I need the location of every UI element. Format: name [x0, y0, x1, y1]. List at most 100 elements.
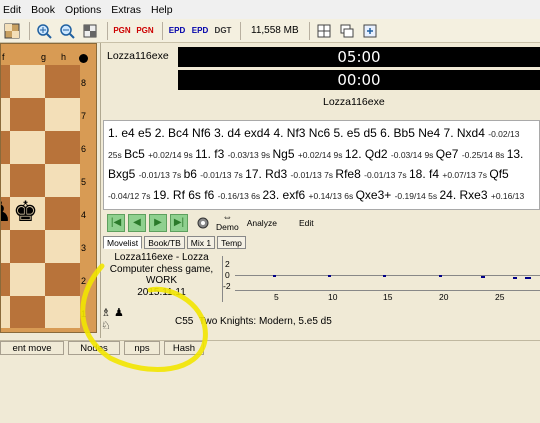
- file-label-h: h: [61, 52, 67, 62]
- board-square[interactable]: [1, 296, 10, 328]
- black-king-piece[interactable]: ♚: [13, 195, 38, 228]
- board-square[interactable]: [10, 296, 45, 328]
- graph-y-tick: -2: [223, 281, 231, 291]
- board-square[interactable]: [1, 98, 10, 131]
- board-square[interactable]: [1, 65, 10, 98]
- move-eval: -0.01/13 7s: [138, 170, 184, 180]
- dgt-icon[interactable]: DGT: [213, 22, 233, 40]
- board-square[interactable]: [1, 164, 10, 197]
- board-square[interactable]: [10, 65, 45, 98]
- navigation-bar: |◀ ◀ ▶ ▶| ⇔ Demo Analyze Edit: [103, 210, 540, 235]
- next-move-icon[interactable]: ▶: [149, 213, 167, 232]
- rank-label-5: 5: [81, 177, 87, 187]
- evaluation-graph[interactable]: 2 0 -2 5 10 15 20 25: [222, 256, 540, 302]
- board-setup-icon[interactable]: [80, 22, 100, 40]
- chess-board[interactable]: ♚♟: [1, 65, 80, 328]
- move-text[interactable]: 6s f6: [188, 188, 217, 202]
- move-text[interactable]: b6: [184, 167, 201, 181]
- opening-eco: C55: [175, 316, 194, 327]
- tab-temp[interactable]: Temp: [217, 236, 246, 249]
- board-square[interactable]: [45, 230, 80, 263]
- move-text[interactable]: Qe7: [436, 147, 462, 161]
- zoom-out-icon[interactable]: [57, 22, 77, 40]
- analyze-button[interactable]: Analyze: [247, 218, 277, 228]
- demo-button[interactable]: ⇔ Demo: [216, 213, 239, 233]
- menu-extras[interactable]: Extras: [111, 4, 141, 16]
- epd-save-icon[interactable]: EPD: [190, 22, 210, 40]
- black-pawn-piece[interactable]: ♟: [1, 195, 12, 228]
- gear-icon[interactable]: [193, 214, 213, 232]
- move-text[interactable]: Rfe8: [335, 167, 364, 181]
- board-square[interactable]: [10, 164, 45, 197]
- menu-options[interactable]: Options: [65, 4, 101, 16]
- board-square[interactable]: [10, 131, 45, 164]
- toolbar-separator: [29, 21, 30, 40]
- edit-button[interactable]: Edit: [299, 218, 314, 228]
- board-square[interactable]: [45, 263, 80, 296]
- move-eval: -0.01/13 7s: [290, 170, 336, 180]
- eval-mark: [273, 275, 276, 277]
- move-text[interactable]: Qf5: [489, 167, 508, 181]
- rank-label-7: 7: [81, 111, 87, 121]
- material-panel: ♗ ♟ ♘: [101, 306, 171, 334]
- move-text[interactable]: 1. e4 e5 2. Bc4 Nf6 3. d4 exd4 4. Nf3 Nc…: [108, 126, 488, 140]
- tab-book-tb[interactable]: Book/TB: [144, 236, 185, 249]
- white-knight-icon: ♘: [101, 320, 111, 332]
- move-text[interactable]: Ng5: [272, 147, 297, 161]
- last-move-icon[interactable]: ▶|: [170, 213, 188, 232]
- board-square[interactable]: [10, 98, 45, 131]
- rank-label-8: 8: [81, 78, 87, 88]
- move-text[interactable]: 17. Rd3: [245, 167, 290, 181]
- toolbar-separator: [107, 21, 108, 40]
- board-square[interactable]: [45, 131, 80, 164]
- board-square[interactable]: [10, 263, 45, 296]
- previous-move-icon[interactable]: ◀: [128, 213, 146, 232]
- board-square[interactable]: [45, 164, 80, 197]
- graph-y-tick: 0: [225, 270, 230, 280]
- menu-book[interactable]: Book: [31, 4, 55, 16]
- move-eval: -0.25/14 8s: [461, 149, 507, 160]
- move-text[interactable]: 19. Rf: [153, 188, 188, 202]
- tab-mix1[interactable]: Mix 1: [186, 236, 216, 249]
- pgn-save-icon[interactable]: PGN: [135, 22, 155, 40]
- move-text[interactable]: 23. exf6: [263, 188, 309, 202]
- graph-x-tick: 15: [383, 292, 393, 302]
- menu-edit[interactable]: Edit: [3, 4, 21, 16]
- menu-help[interactable]: Help: [151, 4, 173, 16]
- board-square[interactable]: [45, 98, 80, 131]
- board-square[interactable]: [45, 296, 80, 328]
- black-pawn-icon: ♟: [114, 307, 124, 319]
- memory-label: 11,558 MB: [251, 25, 299, 36]
- tab-movelist[interactable]: Movelist: [103, 236, 143, 249]
- move-notation[interactable]: 1. e4 e5 2. Bc4 Nf6 3. d4 exd4 4. Nf3 Nc…: [103, 120, 540, 210]
- move-text[interactable]: 18. f4: [409, 167, 442, 181]
- clock-bottom: 00:00: [178, 70, 540, 90]
- eval-mark: [525, 277, 531, 279]
- game-info-players: Lozza116exe - Lozza: [114, 252, 209, 263]
- epd-load-icon[interactable]: EPD: [167, 22, 187, 40]
- zoom-in-icon[interactable]: [34, 22, 54, 40]
- board-icon[interactable]: [2, 22, 22, 40]
- first-move-icon[interactable]: |◀: [107, 213, 125, 232]
- board-square[interactable]: [45, 197, 80, 230]
- board-square[interactable]: [45, 65, 80, 98]
- graph-zero-line: [235, 275, 540, 276]
- move-text[interactable]: 24. Rxe3: [439, 188, 490, 202]
- eval-mark: [513, 277, 517, 279]
- arrange-icon[interactable]: [360, 22, 380, 40]
- board-square[interactable]: [1, 230, 10, 263]
- eval-mark: [328, 275, 331, 277]
- window-cascade-icon[interactable]: [337, 22, 357, 40]
- rank-label-2: 2: [81, 276, 87, 286]
- move-text[interactable]: Qxe3+: [356, 188, 395, 202]
- board-square[interactable]: [1, 263, 10, 296]
- move-text[interactable]: 12. Qd2: [345, 147, 391, 161]
- window-tile-icon[interactable]: [314, 22, 334, 40]
- menu-bar: Edit Book Options Extras Help: [0, 0, 540, 19]
- board-square[interactable]: [10, 230, 45, 263]
- pgn-load-icon[interactable]: PGN: [112, 22, 132, 40]
- toolbar-separator: [308, 21, 310, 40]
- board-square[interactable]: [1, 131, 10, 164]
- move-text[interactable]: Bc5: [124, 147, 148, 161]
- move-text[interactable]: 11. f3: [195, 147, 227, 161]
